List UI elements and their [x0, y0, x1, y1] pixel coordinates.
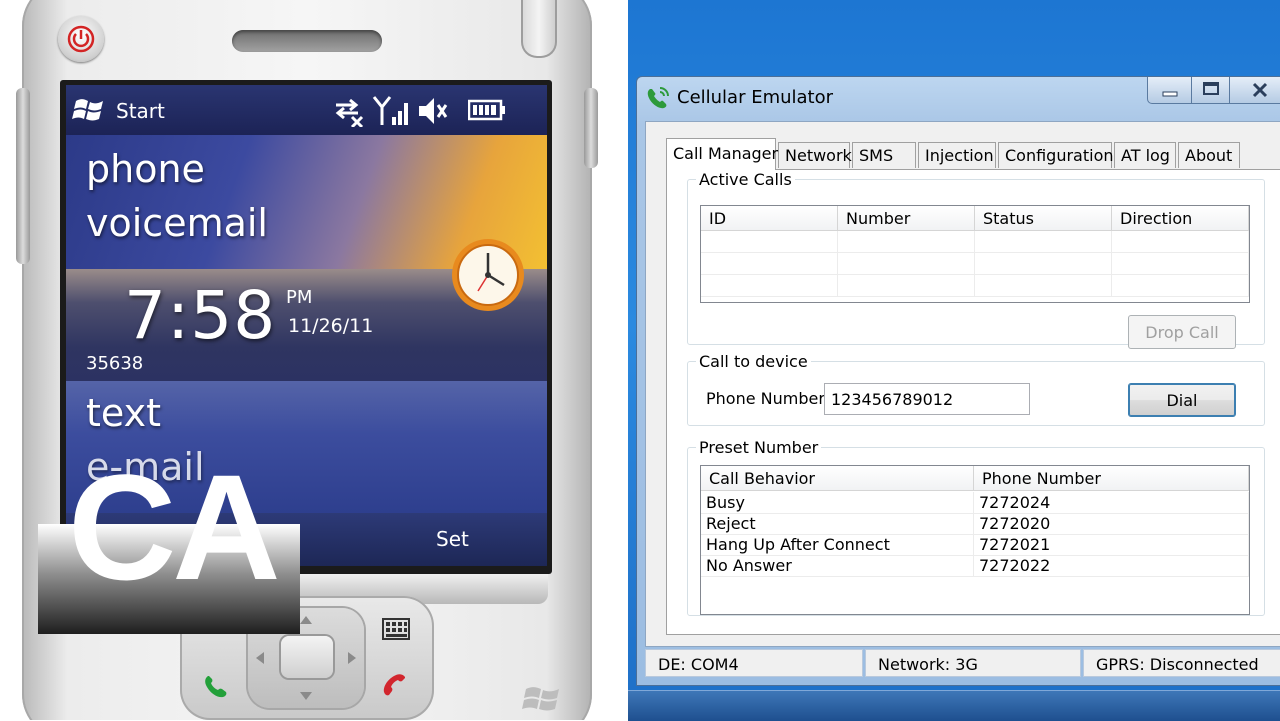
table-row[interactable]: No Answer 7272022 — [701, 555, 1249, 577]
tab-sms[interactable]: SMS — [852, 142, 916, 168]
phone-emulator: Start phone voicemail 7:58 PM 11/26/11 3… — [0, 0, 628, 720]
empty-row — [701, 231, 1249, 253]
connectivity-icon[interactable] — [332, 95, 366, 127]
preset-behavior-cell: Hang Up After Connect — [701, 534, 974, 555]
preset-behavior-cell: Busy — [701, 492, 974, 513]
call-to-device-group: Call to device Phone Number: Dial — [687, 352, 1265, 426]
tab-network[interactable]: Network — [778, 142, 852, 168]
earpiece-speaker — [232, 30, 382, 52]
call-answer-icon[interactable] — [202, 672, 232, 700]
softkey-right[interactable]: Set — [436, 527, 469, 551]
ca-badge-text: CA — [68, 443, 281, 611]
phone-side-button-left[interactable] — [16, 88, 30, 264]
tab-at-log[interactable]: AT log — [1114, 142, 1176, 168]
phone-label[interactable]: phone — [86, 147, 205, 191]
dpad-center-button[interactable] — [281, 636, 333, 678]
column-header-direction[interactable]: Direction — [1112, 206, 1249, 230]
drop-call-button[interactable]: Drop Call — [1128, 315, 1236, 349]
preset-number-header: Call Behavior Phone Number — [701, 466, 1249, 491]
keyboard-grid-icon[interactable] — [382, 618, 410, 640]
power-button[interactable] — [58, 16, 104, 62]
active-calls-list[interactable]: ID Number Status Direction — [700, 205, 1250, 303]
power-icon — [67, 25, 95, 53]
status-gprs: GPRS: Disconnected — [1083, 649, 1280, 677]
text-label[interactable]: text — [86, 391, 161, 435]
window-client-area: Call Manager Network SMS Injection Confi… — [645, 121, 1280, 647]
preset-number-cell: 7272021 — [974, 534, 1249, 555]
preset-behavior-cell: Reject — [701, 513, 974, 534]
column-header-status[interactable]: Status — [975, 206, 1112, 230]
table-row[interactable]: Reject 7272020 — [701, 513, 1249, 535]
tab-about[interactable]: About — [1178, 142, 1240, 168]
step-counter: 35638 — [86, 353, 144, 374]
preset-number-cell: 7272020 — [974, 513, 1249, 534]
preset-number-list[interactable]: Call Behavior Phone Number Busy 7272024 … — [700, 465, 1250, 615]
empty-row — [701, 253, 1249, 275]
dial-button[interactable]: Dial — [1128, 383, 1236, 417]
preset-number-group: Preset Number Call Behavior Phone Number… — [687, 438, 1265, 616]
tab-configuration[interactable]: Configuration — [998, 142, 1114, 168]
window-status-bar: DE: COM4 Network: 3G GPRS: Disconnected — [645, 649, 1280, 677]
preset-number-cell: 7272022 — [974, 555, 1249, 576]
close-button[interactable] — [1229, 77, 1280, 104]
clock-icon[interactable] — [448, 235, 528, 315]
speaker-muted-icon[interactable] — [416, 95, 450, 127]
tab-call-manager[interactable]: Call Manager — [666, 138, 778, 170]
status-network: Network: 3G — [865, 649, 1081, 677]
empty-row — [701, 275, 1249, 297]
status-port: DE: COM4 — [645, 649, 863, 677]
start-menu-label[interactable]: Start — [116, 99, 165, 123]
active-calls-header: ID Number Status Direction — [701, 206, 1249, 231]
signal-strength-icon[interactable] — [372, 95, 412, 127]
active-calls-legend: Active Calls — [699, 170, 792, 189]
close-icon — [1252, 82, 1268, 98]
minimize-icon — [1162, 91, 1178, 97]
clock-date: 11/26/11 — [288, 315, 374, 337]
preset-number-legend: Preset Number — [699, 438, 819, 457]
app-phone-icon[interactable] — [645, 85, 671, 111]
active-calls-group: Active Calls ID Number Status Direction … — [687, 170, 1265, 349]
windows-flag-icon[interactable] — [72, 95, 106, 125]
preset-behavior-cell: No Answer — [701, 555, 974, 576]
clock-time: 7:58 — [124, 277, 277, 354]
phone-number-input[interactable] — [824, 383, 1030, 415]
call-manager-panel: Active Calls ID Number Status Direction … — [666, 169, 1280, 635]
column-header-phone-number[interactable]: Phone Number — [974, 466, 1249, 490]
phone-status-bar: Start — [66, 85, 547, 135]
window-title: Cellular Emulator — [677, 87, 834, 108]
column-header-id[interactable]: ID — [701, 206, 838, 230]
preset-number-cell: 7272024 — [974, 492, 1249, 513]
phone-side-button-right[interactable] — [584, 88, 598, 168]
table-row[interactable]: Busy 7272024 — [701, 492, 1249, 514]
voicemail-label[interactable]: voicemail — [86, 201, 268, 245]
minimize-button[interactable] — [1147, 77, 1193, 104]
windows-logo-icon — [522, 687, 559, 711]
phone-number-label: Phone Number: — [706, 389, 831, 408]
clock-ampm: PM — [286, 287, 313, 308]
table-row[interactable]: Hang Up After Connect 7272021 — [701, 534, 1249, 556]
maximize-icon — [1203, 82, 1219, 95]
cellular-emulator-window: Cellular Emulator Call Manager Network S… — [636, 76, 1280, 686]
tab-injection[interactable]: Injection — [918, 142, 996, 168]
battery-icon[interactable] — [468, 99, 506, 121]
column-header-call-behavior[interactable]: Call Behavior — [701, 466, 974, 490]
maximize-button[interactable] — [1191, 77, 1231, 104]
stylus-slot — [521, 0, 557, 58]
column-header-number[interactable]: Number — [838, 206, 975, 230]
call-end-icon[interactable] — [380, 672, 410, 700]
call-to-device-legend: Call to device — [699, 352, 808, 371]
taskbar — [628, 690, 1280, 721]
